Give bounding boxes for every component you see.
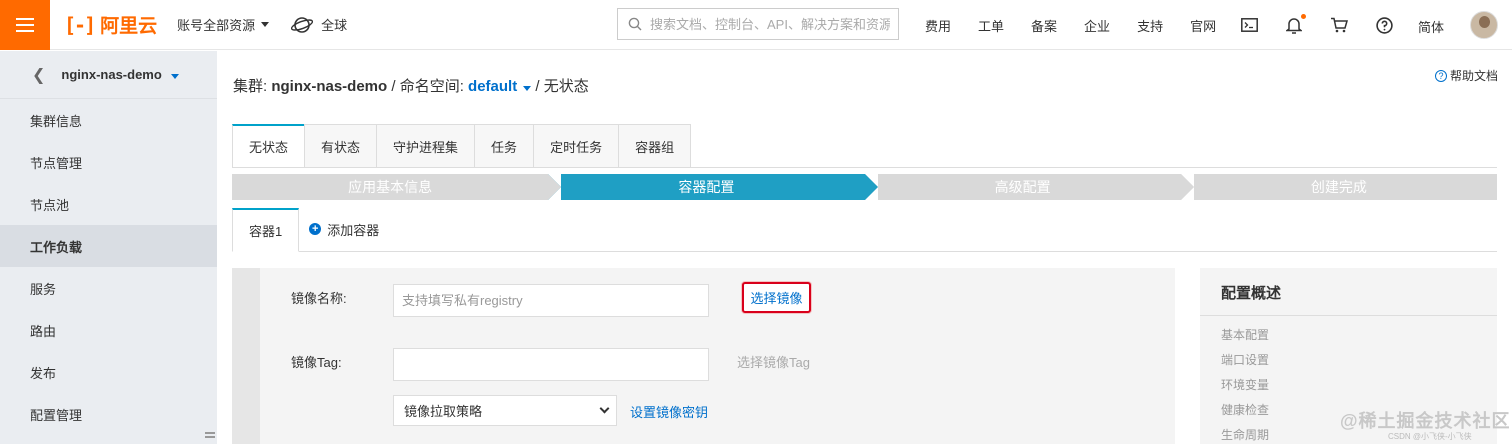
tab-cronjob[interactable]: 定时任务 bbox=[533, 124, 620, 167]
select-image-button[interactable]: 选择镜像 bbox=[742, 282, 811, 313]
help-docs-label: 帮助文档 bbox=[1449, 69, 1498, 83]
sidebar: ❮ nginx-nas-demo 集群信息 节点管理 节点池 工作负载 服务 路… bbox=[0, 51, 217, 444]
watermark: @稀土掘金技术社区 bbox=[1340, 411, 1511, 431]
chevron-down-icon bbox=[599, 403, 610, 414]
breadcrumb-separator: / bbox=[535, 78, 540, 95]
step-advanced-config: 高级配置 bbox=[864, 174, 1195, 200]
region-selector[interactable]: 全球 bbox=[291, 15, 347, 34]
sidebar-item-workloads[interactable]: 工作负载 bbox=[0, 225, 217, 267]
step-complete: 创建完成 bbox=[1180, 174, 1497, 200]
nav-icp[interactable]: 备案 bbox=[1031, 16, 1057, 35]
breadcrumb: 集群: nginx-nas-demo / 命名空间: default / 无状态 bbox=[233, 75, 589, 96]
sidebar-item-config-management[interactable]: 配置管理 bbox=[0, 393, 217, 435]
image-name-label: 镜像名称: bbox=[291, 291, 347, 306]
bell-icon[interactable] bbox=[1285, 14, 1306, 34]
top-nav-links: 费用 工单 备案 企业 支持 官网 bbox=[925, 0, 1243, 50]
breadcrumb-current: 无状态 bbox=[543, 78, 589, 95]
search-icon bbox=[628, 17, 642, 31]
breadcrumb-namespace-prefix: 命名空间: bbox=[399, 78, 464, 95]
wizard-steps: 应用基本信息 容器配置 高级配置 创建完成 bbox=[232, 174, 1497, 200]
nav-support[interactable]: 支持 bbox=[1137, 16, 1163, 35]
overview-item-lifecycle[interactable]: 生命周期 bbox=[1221, 426, 1269, 443]
tab-container-1[interactable]: 容器1 bbox=[232, 208, 300, 252]
notification-dot bbox=[1301, 14, 1306, 19]
set-image-secret-link[interactable]: 设置镜像密钥 bbox=[630, 402, 708, 421]
select-image-tag-link[interactable]: 选择镜像Tag bbox=[737, 352, 810, 371]
image-name-input[interactable] bbox=[394, 285, 708, 316]
add-container-button[interactable]: + 添加容器 bbox=[309, 207, 379, 251]
globe-icon bbox=[291, 16, 314, 33]
sidebar-item-routes[interactable]: 路由 bbox=[0, 309, 217, 351]
plus-circle-icon: + bbox=[309, 223, 322, 235]
sidebar-header: ❮ nginx-nas-demo bbox=[0, 51, 217, 99]
help-circle-icon[interactable] bbox=[1375, 16, 1393, 34]
container-tabs: 容器1 + 添加容器 bbox=[232, 208, 1497, 252]
sidebar-item-release[interactable]: 发布 bbox=[0, 351, 217, 393]
cart-icon[interactable] bbox=[1330, 16, 1348, 34]
sidebar-item-cluster-info[interactable]: 集群信息 bbox=[0, 99, 217, 141]
nav-official-site[interactable]: 官网 bbox=[1190, 16, 1216, 35]
question-icon: ? bbox=[1434, 69, 1447, 82]
overview-item-env[interactable]: 环境变量 bbox=[1221, 376, 1269, 393]
step-container-config: 容器配置 bbox=[548, 174, 878, 200]
breadcrumb-cluster: nginx-nas-demo bbox=[271, 78, 388, 95]
top-icon-group bbox=[1240, 0, 1420, 50]
tab-statefulset[interactable]: 有状态 bbox=[304, 124, 378, 167]
aliyun-logo[interactable]: [-] 阿里云 bbox=[64, 11, 157, 38]
overview-title: 配置概述 bbox=[1221, 285, 1282, 302]
caret-down-icon bbox=[171, 74, 180, 79]
caret-down-icon bbox=[261, 22, 270, 27]
caret-down-icon bbox=[523, 86, 532, 91]
tab-pods[interactable]: 容器组 bbox=[618, 124, 692, 167]
pull-policy-select[interactable]: 镜像拉取策略 bbox=[393, 395, 617, 426]
step-basic-info: 应用基本信息 bbox=[232, 174, 562, 200]
overview-item-health[interactable]: 健康检查 bbox=[1221, 401, 1269, 418]
main-content: 集群: nginx-nas-demo / 命名空间: default / 无状态… bbox=[217, 51, 1512, 444]
tab-deployment[interactable]: 无状态 bbox=[232, 124, 306, 167]
account-resources-label: 账号全部资源 bbox=[177, 18, 256, 33]
form-side-rail bbox=[232, 268, 260, 444]
image-tag-label: 镜像Tag: bbox=[291, 355, 342, 370]
help-docs-link[interactable]: ? 帮助文档 bbox=[1434, 67, 1498, 84]
logo-mark: [-] bbox=[64, 12, 96, 37]
namespace-dropdown[interactable]: default bbox=[468, 78, 532, 95]
cluster-switcher[interactable]: nginx-nas-demo bbox=[61, 67, 180, 82]
sidebar-item-node-management[interactable]: 节点管理 bbox=[0, 141, 217, 183]
add-container-label: 添加容器 bbox=[327, 222, 380, 238]
sidebar-item-node-pool[interactable]: 节点池 bbox=[0, 183, 217, 225]
tab-daemonset[interactable]: 守护进程集 bbox=[376, 124, 476, 167]
pull-policy-value: 镜像拉取策略 bbox=[404, 404, 483, 419]
overview-item-basic[interactable]: 基本配置 bbox=[1221, 326, 1269, 343]
cluster-name: nginx-nas-demo bbox=[61, 67, 162, 82]
logo-text: 阿里云 bbox=[100, 16, 158, 37]
menu-icon[interactable] bbox=[0, 0, 50, 50]
region-label: 全球 bbox=[321, 18, 348, 33]
namespace-value: default bbox=[468, 78, 518, 95]
overview-divider bbox=[1200, 315, 1497, 316]
breadcrumb-separator: / bbox=[391, 78, 396, 95]
watermark-small: CSDN @小飞侠-小飞侠 bbox=[1388, 432, 1472, 441]
terminal-icon[interactable] bbox=[1240, 16, 1258, 34]
sidebar-item-services[interactable]: 服务 bbox=[0, 267, 217, 309]
global-search[interactable] bbox=[617, 8, 899, 40]
nav-tickets[interactable]: 工单 bbox=[978, 16, 1004, 35]
container-config-form: 镜像名称: 选择镜像 镜像Tag: 选择镜像Tag 镜像拉取策略 设置镜像密钥 bbox=[232, 268, 1175, 444]
back-chevron-icon[interactable]: ❮ bbox=[32, 65, 45, 85]
nav-enterprise[interactable]: 企业 bbox=[1084, 16, 1110, 35]
overview-item-ports[interactable]: 端口设置 bbox=[1221, 351, 1269, 368]
account-resources-dropdown[interactable]: 账号全部资源 bbox=[177, 15, 270, 34]
nav-fees[interactable]: 费用 bbox=[925, 16, 951, 35]
language-selector[interactable]: 简体 bbox=[1418, 17, 1444, 36]
workload-type-tabs: 无状态 有状态 守护进程集 任务 定时任务 容器组 bbox=[232, 124, 1497, 168]
image-name-field[interactable] bbox=[393, 284, 709, 317]
search-input[interactable] bbox=[650, 16, 890, 32]
image-tag-field[interactable] bbox=[393, 348, 709, 381]
breadcrumb-cluster-prefix: 集群: bbox=[233, 78, 268, 95]
image-tag-input[interactable] bbox=[394, 349, 708, 380]
sidebar-collapse-icon[interactable] bbox=[205, 432, 215, 438]
avatar[interactable] bbox=[1470, 11, 1498, 39]
tab-job[interactable]: 任务 bbox=[474, 124, 535, 167]
